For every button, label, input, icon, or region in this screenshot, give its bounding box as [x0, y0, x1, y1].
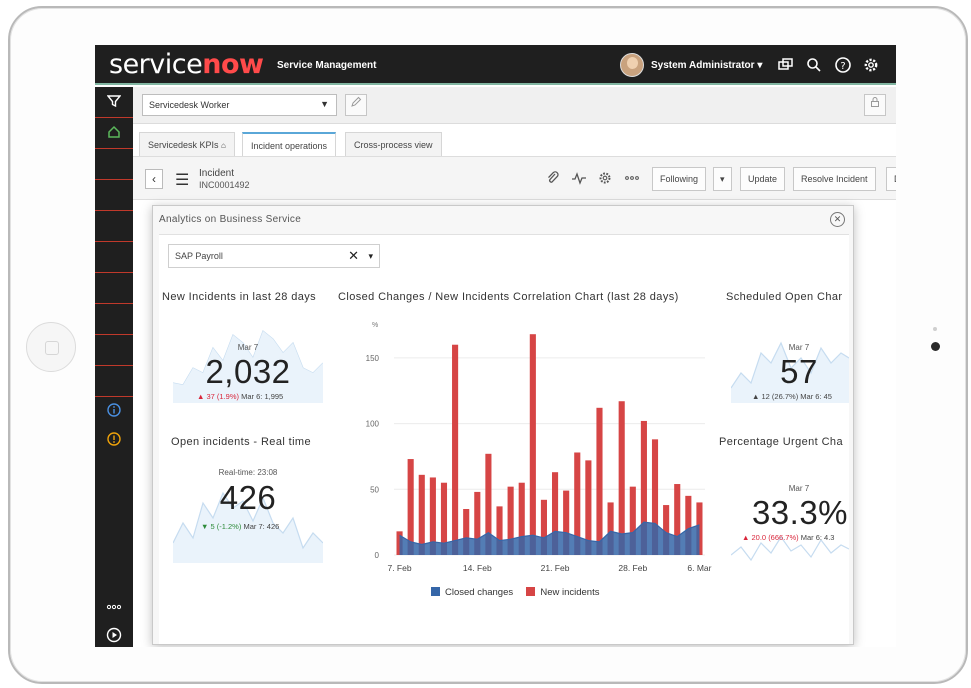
x-tick-label: 21. Feb [541, 563, 570, 573]
y-tick-label: 0 [375, 551, 380, 560]
tablet-home-button [26, 322, 76, 372]
chevron-down-icon: ▾ [720, 174, 725, 184]
nav-item[interactable] [95, 335, 133, 366]
workspace-select[interactable]: Servicedesk Worker ▼ [142, 94, 337, 116]
resolve-incident-button[interactable]: Resolve Incident [793, 167, 876, 191]
x-tick-label: 28. Feb [618, 563, 647, 573]
more-options-icon[interactable] [106, 599, 122, 615]
delete-button[interactable]: Delete [886, 167, 896, 191]
x-tick-label: 14. Feb [463, 563, 492, 573]
chart-legend: Closed changes New incidents [431, 587, 599, 598]
dashboard-tabs: Servicedesk KPIs ⌂ Incident operations C… [133, 124, 896, 156]
bar-new-incidents [529, 334, 536, 555]
info-icon[interactable] [106, 403, 122, 419]
close-icon[interactable]: ✕ [830, 212, 845, 227]
servicenow-logo[interactable]: servicenow [109, 49, 264, 80]
legend-item-closed-changes[interactable]: Closed changes [431, 587, 513, 598]
play-icon[interactable] [106, 627, 122, 643]
y-tick-label: 100 [366, 420, 380, 429]
back-button[interactable]: ‹ [145, 169, 163, 189]
record-header: ‹ ☰ Incident INC0001492 Following ▾ Upda… [133, 156, 896, 200]
tab-cross-process-view[interactable]: Cross-process view [345, 132, 442, 156]
pencil-icon [350, 96, 362, 111]
help-icon[interactable]: ? [834, 56, 852, 74]
left-navigator [95, 87, 133, 647]
hamburger-menu-icon[interactable]: ☰ [175, 170, 189, 190]
nav-item[interactable] [95, 180, 133, 211]
activity-icon[interactable] [571, 171, 587, 188]
bar-new-incidents [452, 344, 459, 555]
filter-icon [106, 94, 122, 110]
tab-incident-operations[interactable]: Incident operations [242, 132, 337, 156]
paperclip-icon[interactable] [546, 171, 560, 188]
gear-icon[interactable] [598, 171, 612, 188]
top-banner: servicenow Service Management System Adm… [95, 45, 896, 85]
lock-icon [869, 97, 881, 111]
search-icon[interactable] [805, 56, 823, 74]
record-number: INC0001492 [199, 180, 250, 190]
following-dropdown-button[interactable]: ▾ [713, 167, 732, 191]
update-button[interactable]: Update [740, 167, 786, 191]
correlation-chart[interactable]: 0 50 100 150% 7. Feb 14. Feb 21. Feb 28. Feb 6. … [159, 235, 849, 615]
user-menu[interactable]: System Administrator ▾ [651, 60, 762, 71]
tab-servicedesk-kpis[interactable]: Servicedesk KPIs ⌂ [139, 132, 235, 156]
legend-item-new-incidents[interactable]: New incidents [526, 587, 599, 598]
app-screen: servicenow Service Management System Adm… [95, 45, 896, 647]
following-button[interactable]: Following [652, 167, 707, 191]
tablet-camera [931, 342, 940, 351]
record-type: Incident [199, 168, 235, 179]
bar-new-incidents [596, 407, 603, 555]
tablet-sensor [933, 327, 937, 331]
modal-title: Analytics on Business Service [159, 214, 302, 225]
nav-home[interactable] [95, 118, 133, 149]
x-tick-label: 7. Feb [387, 563, 411, 573]
product-name: Service Management [277, 60, 377, 71]
nav-item[interactable] [95, 273, 133, 304]
nav-item[interactable] [95, 149, 133, 180]
user-avatar[interactable] [620, 53, 644, 77]
building-icon: ⌂ [221, 141, 226, 150]
y-axis-unit: % [372, 322, 378, 329]
nav-item[interactable] [95, 366, 133, 397]
chevron-left-icon: ‹ [152, 172, 156, 186]
nav-item[interactable] [95, 304, 133, 335]
y-tick-label: 150 [366, 354, 380, 363]
svg-text:?: ? [840, 61, 845, 72]
user-name: System Administrator [651, 60, 755, 71]
more-options-icon[interactable] [624, 171, 640, 188]
home-icon [106, 125, 122, 141]
workspace-select-value: Servicedesk Worker [149, 100, 230, 110]
nav-item[interactable] [95, 211, 133, 242]
nav-filter[interactable] [95, 87, 133, 118]
y-tick-label: 50 [370, 485, 379, 494]
chevron-down-icon: ▼ [320, 99, 329, 109]
lock-button[interactable] [864, 94, 886, 116]
connect-chat-icon[interactable] [777, 56, 795, 74]
workspace-ribbon: Servicedesk Worker ▼ [133, 87, 896, 124]
warning-info-icon[interactable] [106, 432, 122, 448]
modal-body: SAP Payroll ✕ ▾ New Incidents in last 28… [159, 234, 849, 644]
bar-new-incidents [418, 474, 425, 555]
x-tick-label: 6. Mar [687, 563, 711, 573]
bar-new-incidents [618, 401, 625, 555]
analytics-modal: Analytics on Business Service ✕ SAP Payr… [152, 205, 854, 645]
edit-workspace-button[interactable] [345, 94, 367, 116]
nav-item[interactable] [95, 242, 133, 273]
chevron-down-icon: ▾ [757, 60, 763, 71]
gear-icon[interactable] [862, 56, 880, 74]
